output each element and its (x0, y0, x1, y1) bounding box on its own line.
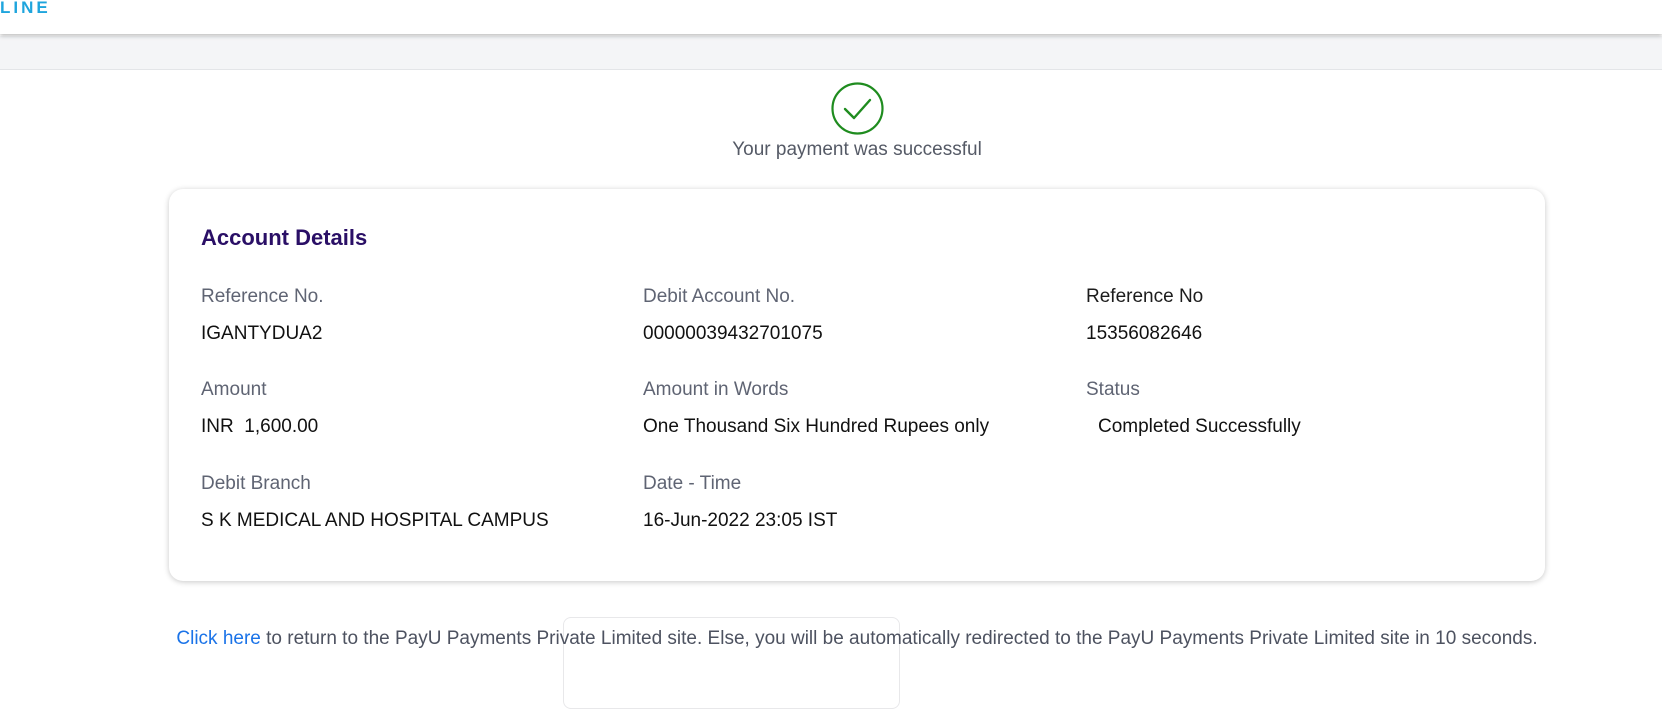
field-label: Reference No (1086, 286, 1204, 307)
field-label: Status (1086, 379, 1140, 400)
account-details-card: Account Details Reference No. IGANTYDUA2… (169, 189, 1545, 581)
click-here-link[interactable]: Click here (176, 628, 260, 649)
field-amount-in-words: Amount in Words One Thousand Six Hundred… (643, 379, 1063, 438)
check-circle-icon (830, 82, 884, 135)
status-value: Completed Successfully (1098, 416, 1301, 437)
redirect-notice: Click here to return to the PayU Payment… (0, 628, 1662, 650)
field-label: Amount (201, 379, 267, 400)
field-value: One Thousand Six Hundred Rupees only (643, 416, 990, 437)
field-value: IGANTYDUA2 (201, 323, 323, 344)
field-label: Reference No. (201, 286, 324, 307)
field-debit-account-no: Debit Account No. 00000039432701075 (643, 286, 1063, 345)
sub-header-bar (0, 36, 1662, 70)
field-label: Amount in Words (643, 379, 789, 400)
card-title: Account Details (201, 225, 368, 250)
field-value: 16-Jun-2022 23:05 IST (643, 510, 838, 531)
redirect-message: to return to the PayU Payments Private L… (260, 628, 1538, 649)
field-label: Debit Account No. (643, 286, 796, 307)
field-label: Date - Time (643, 473, 742, 494)
field-bank-reference-no: Reference No 15356082646 (1086, 286, 1506, 345)
success-banner: Your payment was successful (0, 82, 1662, 161)
field-debit-branch: Debit Branch S K MEDICAL AND HOSPITAL CA… (201, 473, 621, 532)
field-value: 00000039432701075 (643, 323, 823, 344)
field-value: S K MEDICAL AND HOSPITAL CAMPUS (201, 510, 549, 531)
field-status: Status Completed Successfully (1086, 379, 1506, 438)
field-value: INR 1,600.00 (201, 416, 319, 437)
logo: LINE (0, 0, 51, 17)
field-value: 15356082646 (1086, 323, 1203, 344)
field-label: Debit Branch (201, 473, 311, 494)
field-amount: Amount INR 1,600.00 (201, 379, 621, 438)
field-reference-no: Reference No. IGANTYDUA2 (201, 286, 621, 345)
field-date-time: Date - Time 16-Jun-2022 23:05 IST (643, 473, 1063, 532)
success-message: Your payment was successful (732, 139, 982, 160)
top-header: LINE (0, 0, 1662, 34)
